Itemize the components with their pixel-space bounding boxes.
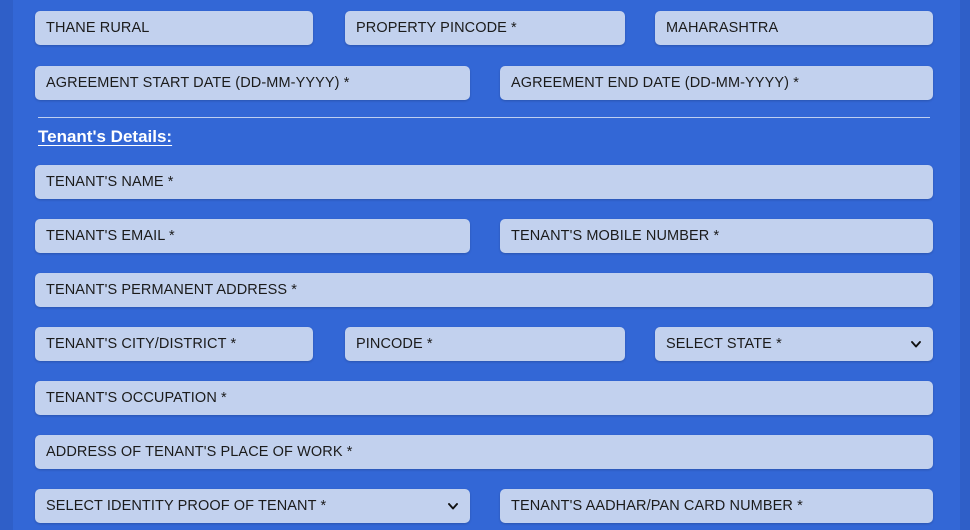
agreement-end-date-field[interactable]: AGREEMENT END DATE (DD-MM-YYYY) * <box>500 66 933 100</box>
agreement-start-date-field[interactable]: AGREEMENT START DATE (DD-MM-YYYY) * <box>35 66 470 100</box>
tenant-name-row: TENANT'S NAME * <box>35 165 933 199</box>
tenant-contact-row: TENANT'S EMAIL * TENANT'S MOBILE NUMBER … <box>35 219 933 253</box>
tenant-city-district-field[interactable]: TENANT'S CITY/DISTRICT * <box>35 327 313 361</box>
rent-agreement-form-page: THANE RURAL PROPERTY PINCODE * MAHARASHT… <box>0 0 970 530</box>
agreement-dates-row: AGREEMENT START DATE (DD-MM-YYYY) * AGRE… <box>35 66 933 100</box>
property-location-row: THANE RURAL PROPERTY PINCODE * MAHARASHT… <box>35 11 933 45</box>
tenant-name-field[interactable]: TENANT'S NAME * <box>35 165 933 199</box>
property-city-district-field[interactable]: THANE RURAL <box>35 11 313 45</box>
tenant-details-heading: Tenant's Details: <box>38 127 173 146</box>
property-pincode-field[interactable]: PROPERTY PINCODE * <box>345 11 625 45</box>
tenant-permanent-address-field[interactable]: TENANT'S PERMANENT ADDRESS * <box>35 273 933 307</box>
tenant-pincode-field[interactable]: PINCODE * <box>345 327 625 361</box>
tenant-state-select[interactable]: SELECT STATE * <box>655 327 933 361</box>
chevron-down-icon <box>448 503 458 510</box>
tenant-identity-proof-select[interactable]: SELECT IDENTITY PROOF OF TENANT * <box>35 489 470 523</box>
tenant-state-select-label: SELECT STATE * <box>666 336 782 352</box>
tenant-aadhar-pan-field[interactable]: TENANT'S AADHAR/PAN CARD NUMBER * <box>500 489 933 523</box>
right-edge-strip <box>960 0 970 530</box>
chevron-down-icon <box>911 341 921 348</box>
tenant-work-address-row: ADDRESS OF TENANT'S PLACE OF WORK * <box>35 435 933 469</box>
tenant-mobile-field[interactable]: TENANT'S MOBILE NUMBER * <box>500 219 933 253</box>
tenant-email-field[interactable]: TENANT'S EMAIL * <box>35 219 470 253</box>
tenant-permanent-address-row: TENANT'S PERMANENT ADDRESS * <box>35 273 933 307</box>
tenant-identity-row: SELECT IDENTITY PROOF OF TENANT * TENANT… <box>35 489 933 523</box>
section-divider <box>38 117 930 118</box>
tenant-work-address-field[interactable]: ADDRESS OF TENANT'S PLACE OF WORK * <box>35 435 933 469</box>
left-edge-strip <box>0 0 13 530</box>
property-state-field[interactable]: MAHARASHTRA <box>655 11 933 45</box>
tenant-identity-proof-select-label: SELECT IDENTITY PROOF OF TENANT * <box>46 498 327 514</box>
tenant-occupation-field[interactable]: TENANT'S OCCUPATION * <box>35 381 933 415</box>
tenant-occupation-row: TENANT'S OCCUPATION * <box>35 381 933 415</box>
tenant-location-row: TENANT'S CITY/DISTRICT * PINCODE * SELEC… <box>35 327 933 361</box>
